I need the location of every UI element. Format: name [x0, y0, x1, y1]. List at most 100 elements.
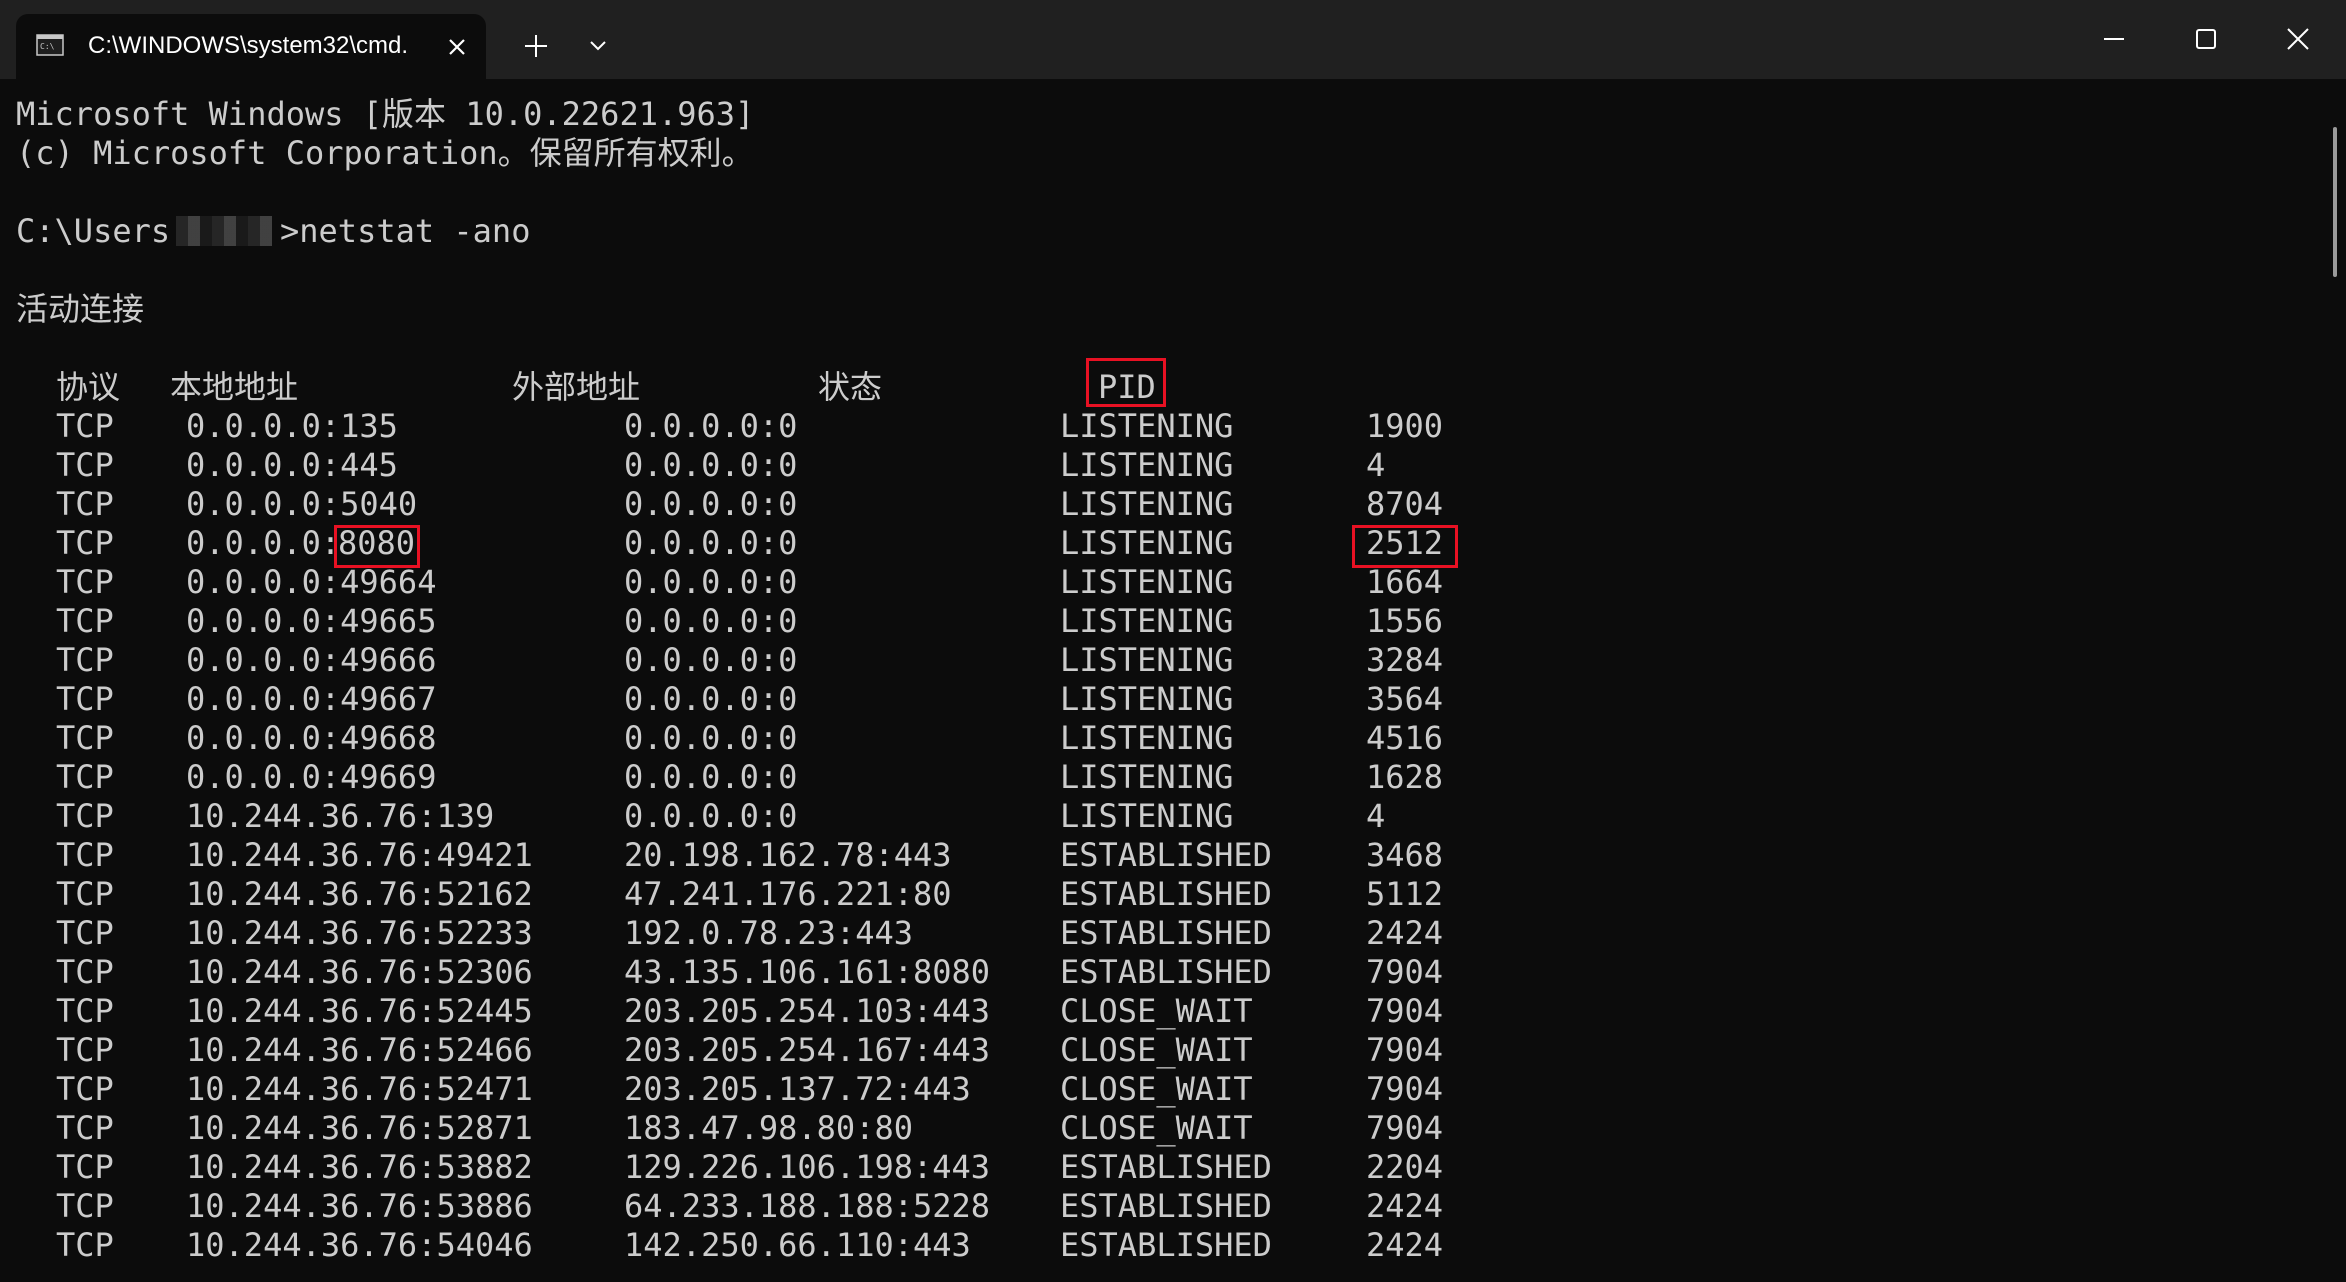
row-pid: 2424	[1366, 1187, 1444, 1225]
terminal-output[interactable]: Microsoft Windows [版本 10.0.22621.963] (c…	[0, 79, 2330, 1282]
maximize-button[interactable]	[2160, 0, 2252, 79]
row-protocol: TCP	[56, 1187, 114, 1225]
chevron-down-icon[interactable]	[586, 38, 610, 54]
row-state: LISTENING	[1060, 485, 1234, 523]
row-protocol: TCP	[56, 992, 114, 1030]
row-state: ESTABLISHED	[1060, 914, 1272, 952]
row-pid: 3468	[1366, 836, 1444, 874]
row-foreign-address: 20.198.162.78:443	[624, 836, 952, 874]
table-header: 协议 本地地址 外部地址 状态 PID	[16, 368, 1156, 407]
row-protocol: TCP	[56, 641, 114, 679]
row-protocol: TCP	[56, 485, 114, 523]
row-state: LISTENING	[1060, 407, 1234, 445]
row-pid: 7904	[1366, 953, 1444, 991]
row-foreign-address: 0.0.0.0:0	[624, 680, 798, 718]
scrollbar-thumb[interactable]	[2333, 127, 2337, 277]
row-state: LISTENING	[1060, 563, 1234, 601]
new-tab-icon[interactable]	[522, 32, 550, 60]
row-state: LISTENING	[1060, 680, 1234, 718]
header-state: 状态	[818, 368, 883, 406]
row-state: LISTENING	[1060, 524, 1234, 562]
row-protocol: TCP	[56, 719, 114, 757]
row-local-address: 10.244.36.76:54046	[186, 1226, 533, 1264]
row-local-address: 0.0.0.0:49665	[186, 602, 437, 640]
minimize-button[interactable]	[2068, 0, 2160, 79]
row-protocol: TCP	[56, 563, 114, 601]
section-title: 活动连接	[16, 290, 145, 328]
row-pid: 3284	[1366, 641, 1444, 679]
row-foreign-address: 64.233.188.188:5228	[624, 1187, 991, 1225]
row-protocol: TCP	[56, 1031, 114, 1069]
header-foreign-address: 外部地址	[512, 368, 641, 406]
row-local-address: 10.244.36.76:52466	[186, 1031, 533, 1069]
row-state: CLOSE_WAIT	[1060, 1070, 1253, 1108]
row-protocol: TCP	[56, 953, 114, 991]
close-window-button[interactable]	[2252, 0, 2344, 79]
scrollbar[interactable]	[2330, 79, 2340, 1282]
row-local-address: 0.0.0.0:5040	[186, 485, 418, 523]
row-state: LISTENING	[1060, 719, 1234, 757]
row-local-address: 0.0.0.0:445	[186, 446, 398, 484]
row-state: CLOSE_WAIT	[1060, 1109, 1253, 1147]
row-protocol: TCP	[56, 524, 114, 562]
row-pid: 1900	[1366, 407, 1444, 445]
minimize-icon	[2104, 38, 2124, 40]
row-local-address: 0.0.0.0:135	[186, 407, 398, 445]
row-foreign-address: 0.0.0.0:0	[624, 719, 798, 757]
row-local-address: 10.244.36.76:139	[186, 797, 495, 835]
maximize-icon	[2196, 29, 2216, 49]
header-local-address: 本地地址	[170, 368, 299, 406]
row-pid: 2424	[1366, 1226, 1444, 1264]
row-local-address: 10.244.36.76:53886	[186, 1187, 533, 1225]
row-local-address: 10.244.36.76:52871	[186, 1109, 533, 1147]
redacted-username	[176, 216, 272, 246]
row-local-address: 10.244.36.76:49421	[186, 836, 533, 874]
close-tab-icon[interactable]	[444, 34, 470, 60]
row-foreign-address: 0.0.0.0:0	[624, 407, 798, 445]
row-pid: 7904	[1366, 1109, 1444, 1147]
row-state: LISTENING	[1060, 797, 1234, 835]
row-pid: 7904	[1366, 1031, 1444, 1069]
pid-2512-highlight-box	[1352, 525, 1458, 568]
row-foreign-address: 0.0.0.0:0	[624, 797, 798, 835]
row-state: ESTABLISHED	[1060, 953, 1272, 991]
row-foreign-address: 203.205.137.72:443	[624, 1070, 971, 1108]
row-foreign-address: 0.0.0.0:0	[624, 602, 798, 640]
row-local-address: 10.244.36.76:52445	[186, 992, 533, 1030]
row-protocol: TCP	[56, 914, 114, 952]
row-protocol: TCP	[56, 1148, 114, 1186]
row-pid: 2424	[1366, 914, 1444, 952]
row-pid: 1556	[1366, 602, 1444, 640]
row-protocol: TCP	[56, 602, 114, 640]
row-protocol: TCP	[56, 875, 114, 913]
row-local-address: 10.244.36.76:52306	[186, 953, 533, 991]
row-pid: 4516	[1366, 719, 1444, 757]
title-bar: C:\ C:\WINDOWS\system32\cmd.	[0, 0, 2346, 79]
row-foreign-address: 0.0.0.0:0	[624, 758, 798, 796]
cmd-icon: C:\	[36, 34, 64, 56]
row-state: ESTABLISHED	[1060, 1226, 1272, 1264]
prompt-line: C:\Users >netstat -ano	[16, 212, 530, 251]
row-state: CLOSE_WAIT	[1060, 1031, 1253, 1069]
row-local-address: 10.244.36.76:52233	[186, 914, 533, 952]
row-pid: 7904	[1366, 1070, 1444, 1108]
svg-text:C:\: C:\	[40, 42, 55, 51]
row-protocol: TCP	[56, 797, 114, 835]
row-local-address: 10.244.36.76:52471	[186, 1070, 533, 1108]
row-protocol: TCP	[56, 407, 114, 445]
row-state: ESTABLISHED	[1060, 836, 1272, 874]
row-pid: 4	[1366, 446, 1386, 484]
row-protocol: TCP	[56, 1109, 114, 1147]
row-foreign-address: 47.241.176.221:80	[624, 875, 952, 913]
terminal-tab[interactable]: C:\ C:\WINDOWS\system32\cmd.	[16, 14, 486, 79]
row-pid: 1664	[1366, 563, 1444, 601]
row-foreign-address: 129.226.106.198:443	[624, 1148, 991, 1186]
row-state: LISTENING	[1060, 602, 1234, 640]
close-icon	[2287, 28, 2309, 50]
row-state: ESTABLISHED	[1060, 875, 1272, 913]
row-state: CLOSE_WAIT	[1060, 992, 1253, 1030]
row-foreign-address: 0.0.0.0:0	[624, 524, 798, 562]
pid-highlight-box	[1086, 358, 1166, 407]
row-pid: 5112	[1366, 875, 1444, 913]
row-pid: 8704	[1366, 485, 1444, 523]
